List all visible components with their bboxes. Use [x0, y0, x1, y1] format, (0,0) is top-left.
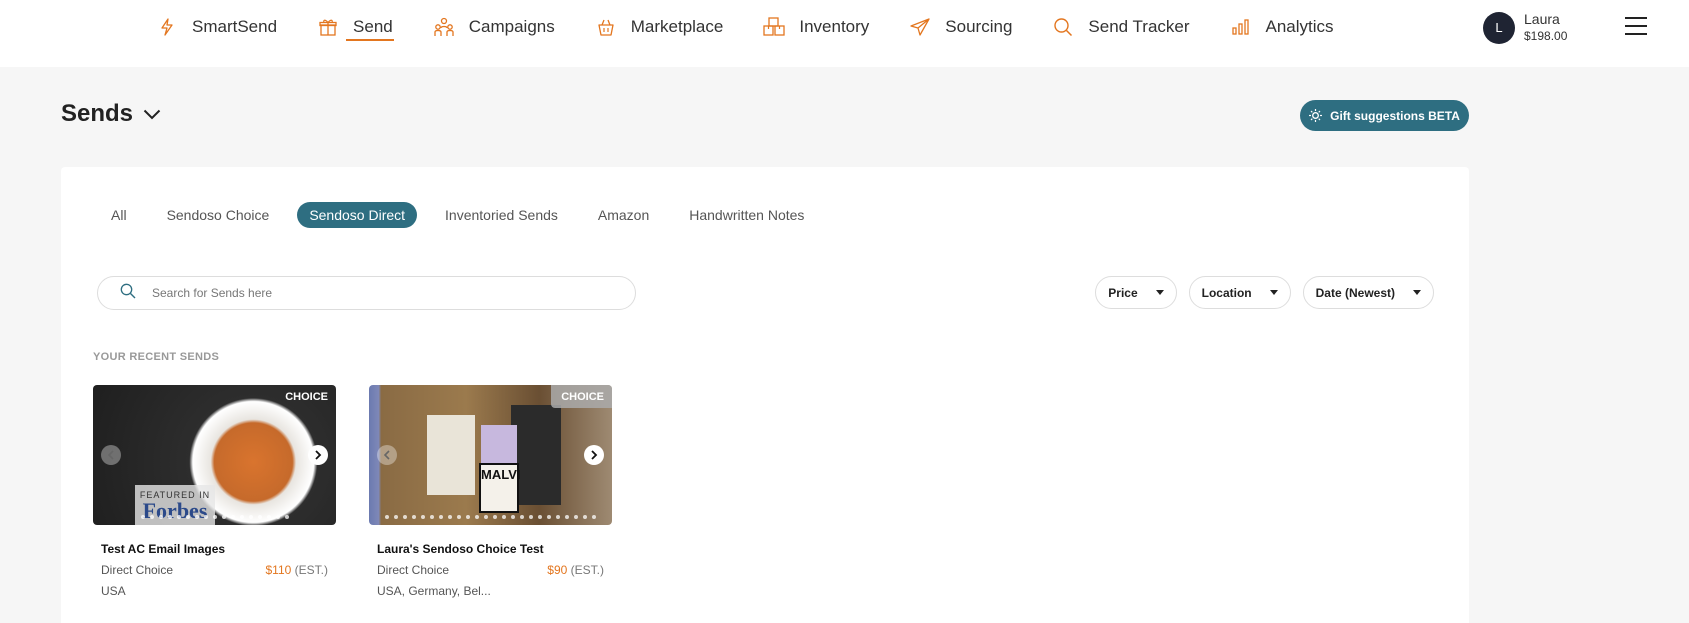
- gift-icon: [317, 16, 339, 38]
- nav-label: Send Tracker: [1088, 17, 1190, 36]
- user-balance: $198.00: [1524, 29, 1568, 43]
- nav-item-marketplace[interactable]: Marketplace: [595, 0, 724, 54]
- search-icon: [120, 283, 136, 304]
- avatar[interactable]: L: [1483, 11, 1515, 44]
- tab-handwritten-notes[interactable]: Handwritten Notes: [677, 202, 816, 228]
- nav-item-smartsend[interactable]: SmartSend: [156, 0, 277, 54]
- send-card[interactable]: MALVI CHOICE Laura's Sendoso Choice Test…: [369, 385, 612, 598]
- send-type-tabs: All Sendoso Choice Sendoso Direct Invent…: [99, 202, 832, 228]
- send-type: Direct Choice: [377, 563, 450, 577]
- page-title-dropdown[interactable]: Sends: [61, 100, 161, 128]
- price-filter-dropdown[interactable]: Price: [1095, 276, 1177, 309]
- price-estimate-label: (EST.): [294, 563, 328, 577]
- choice-badge: CHOICE: [285, 391, 328, 403]
- send-price: $90: [547, 563, 568, 577]
- nav-label: Marketplace: [630, 17, 724, 36]
- send-meta-row: Direct Choice $110 (EST.): [101, 563, 328, 577]
- gift-button-label: Gift suggestions BETA: [1330, 108, 1460, 123]
- boxes-icon: [763, 16, 786, 38]
- tab-inventoried-sends[interactable]: Inventoried Sends: [433, 202, 570, 228]
- nav-item-analytics[interactable]: Analytics: [1230, 0, 1334, 54]
- send-price-group: $90 (EST.): [547, 563, 604, 577]
- featured-in-forbes-label: FEATURED IN Forbes: [135, 485, 215, 525]
- gift-suggestions-button[interactable]: Gift suggestions BETA: [1300, 100, 1469, 131]
- send-title: Laura's Sendoso Choice Test: [377, 542, 544, 556]
- image-shape: [481, 425, 517, 465]
- send-card-info: Laura's Sendoso Choice Test Direct Choic…: [369, 525, 612, 598]
- filter-label: Location: [1201, 285, 1252, 300]
- recent-sends-list: FEATURED IN Forbes CHOICE Test AC Email …: [93, 385, 645, 598]
- carousel-prev-button[interactable]: [101, 445, 121, 465]
- nav-item-inventory[interactable]: Inventory: [763, 0, 869, 54]
- send-title: Test AC Email Images: [101, 542, 226, 556]
- price-estimate-label: (EST.): [570, 563, 604, 577]
- caret-down-icon: [1269, 290, 1278, 295]
- send-type: Direct Choice: [101, 563, 174, 577]
- carousel-prev-button[interactable]: [377, 445, 397, 465]
- send-card-image: MALVI CHOICE: [369, 385, 612, 525]
- send-locations: USA, Germany, Bel...: [377, 584, 491, 598]
- search-box: [97, 276, 636, 310]
- bar-chart-icon: [1230, 16, 1252, 38]
- send-locations: USA: [101, 584, 126, 598]
- filter-bar: Price Location Date (Newest): [1083, 276, 1434, 309]
- nav-item-send-tracker[interactable]: Send Tracker: [1052, 0, 1190, 54]
- nav-item-sourcing[interactable]: Sourcing: [909, 0, 1012, 54]
- recent-sends-heading: YOUR RECENT SENDS: [93, 351, 220, 363]
- hamburger-menu-icon[interactable]: [1625, 16, 1649, 36]
- search-input[interactable]: [152, 286, 592, 300]
- user-menu[interactable]: L Laura $198.00: [1483, 11, 1567, 44]
- nav-item-send[interactable]: Send: [317, 0, 394, 54]
- carousel-next-button[interactable]: [308, 445, 328, 465]
- search-icon: [1052, 16, 1074, 38]
- carousel-dots: [93, 515, 336, 519]
- user-info: Laura $198.00: [1524, 11, 1567, 44]
- send-meta-row: Direct Choice $90 (EST.): [377, 563, 604, 577]
- active-underline: [346, 39, 394, 41]
- tab-amazon[interactable]: Amazon: [586, 202, 661, 228]
- choice-badge: CHOICE: [551, 385, 612, 408]
- top-navigation-bar: SmartSend Send Campaigns Marketplace Inv…: [0, 0, 1689, 67]
- sends-panel: All Sendoso Choice Sendoso Direct Invent…: [61, 167, 1469, 623]
- malvi-label: MALVI: [479, 463, 521, 513]
- nav-label: Campaigns: [468, 17, 555, 36]
- malvi-text: MALVI: [481, 467, 521, 482]
- send-card-info: Test AC Email Images Direct Choice $110 …: [93, 525, 336, 598]
- image-shape: [427, 415, 475, 495]
- caret-down-icon: [1155, 290, 1164, 295]
- send-card-image: FEATURED IN Forbes CHOICE: [93, 385, 336, 525]
- carousel-dots: [369, 515, 612, 519]
- page-title: Sends: [61, 100, 134, 127]
- basket-icon: [595, 16, 617, 38]
- chevron-down-icon: [143, 107, 161, 125]
- main-nav: SmartSend Send Campaigns Marketplace Inv…: [156, 0, 1374, 54]
- nav-label: Inventory: [799, 17, 870, 36]
- lightbulb-icon: [1309, 109, 1323, 122]
- paper-plane-icon: [909, 16, 931, 38]
- send-card[interactable]: FEATURED IN Forbes CHOICE Test AC Email …: [93, 385, 336, 598]
- lightning-icon: [156, 16, 178, 38]
- nav-item-campaigns[interactable]: Campaigns: [433, 0, 555, 54]
- filter-label: Price: [1108, 285, 1138, 300]
- user-name: Laura: [1524, 11, 1560, 27]
- nav-label: SmartSend: [192, 17, 278, 36]
- filter-label: Date (Newest): [1315, 285, 1395, 300]
- nav-label: Sourcing: [945, 17, 1013, 36]
- tab-sendoso-direct[interactable]: Sendoso Direct: [297, 202, 418, 228]
- carousel-next-button[interactable]: [584, 445, 604, 465]
- tab-sendoso-choice[interactable]: Sendoso Choice: [155, 202, 282, 228]
- nav-label: Send: [353, 17, 393, 36]
- people-icon: [433, 16, 455, 38]
- nav-label: Analytics: [1265, 17, 1334, 36]
- location-filter-dropdown[interactable]: Location: [1188, 276, 1291, 309]
- send-price-group: $110 (EST.): [266, 563, 329, 577]
- tab-all[interactable]: All: [99, 202, 139, 228]
- send-price: $110: [265, 563, 292, 577]
- caret-down-icon: [1413, 290, 1421, 295]
- date-sort-dropdown[interactable]: Date (Newest): [1302, 276, 1434, 309]
